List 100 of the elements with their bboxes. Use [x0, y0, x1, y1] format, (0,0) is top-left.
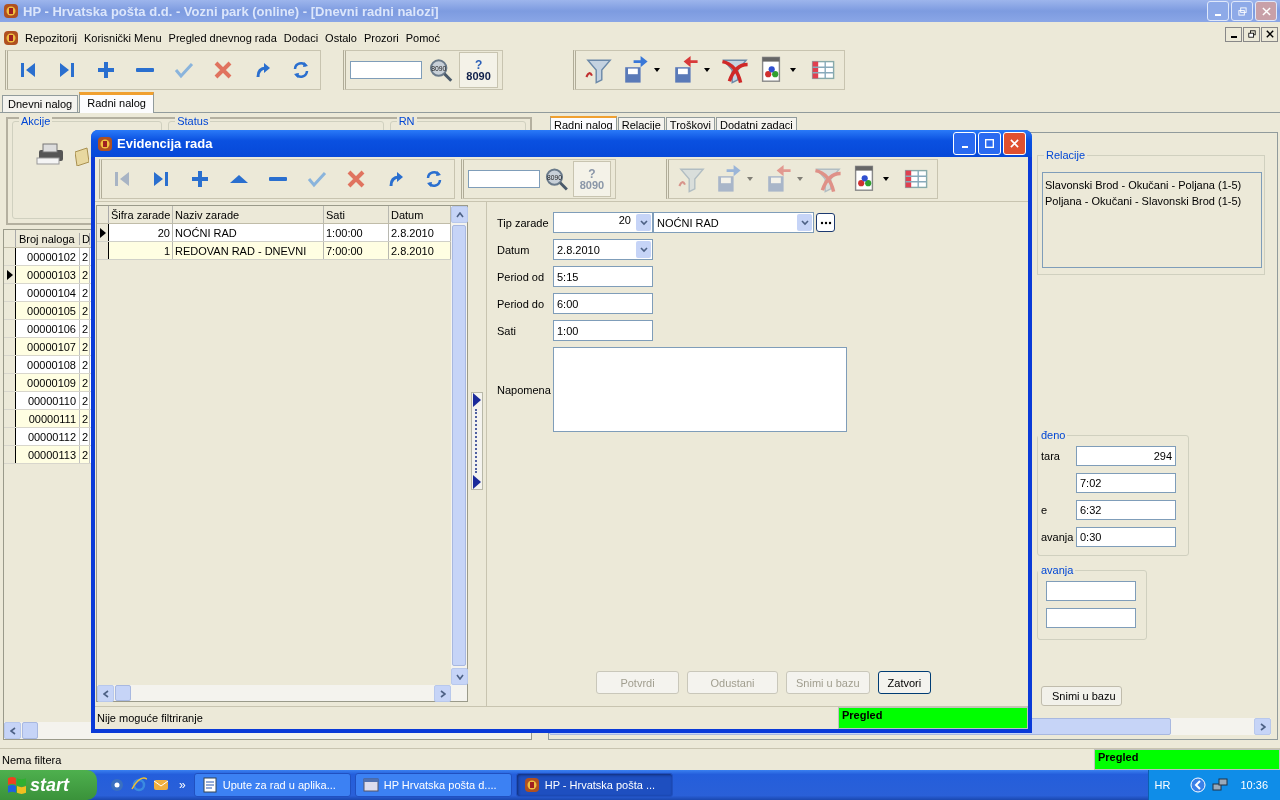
save-button[interactable]: Snimi u bazu: [1041, 686, 1122, 706]
row-indicator[interactable]: [4, 446, 16, 463]
scroll-thumb[interactable]: [22, 722, 38, 739]
envelope-icon[interactable]: [75, 146, 89, 166]
taskbar-button[interactable]: HP - Hrvatska pošta ...: [515, 773, 673, 797]
date-picker[interactable]: 2.8.2010: [553, 239, 653, 260]
table-cell: 00000111: [16, 410, 80, 427]
minus-icon: [268, 176, 288, 182]
row-indicator[interactable]: [4, 356, 16, 373]
scroll-thumb[interactable]: [115, 685, 131, 701]
scroll-left-button[interactable]: [4, 722, 21, 739]
scroll-right-button[interactable]: [1254, 718, 1271, 735]
row-indicator[interactable]: [4, 374, 16, 391]
status-text: Nije moguće filtriranje: [96, 712, 204, 724]
input-field[interactable]: 6:00: [553, 293, 653, 314]
table-cell: 2: [80, 428, 90, 445]
menu-item[interactable]: Repozitorij: [25, 32, 83, 44]
dialog-button[interactable]: Zatvori: [877, 671, 932, 694]
minus-icon: [134, 67, 155, 73]
row-indicator[interactable]: [4, 410, 16, 427]
input-field[interactable]: 5:15: [553, 266, 653, 287]
restore-button[interactable]: [1243, 26, 1260, 42]
group-label: Akcije: [19, 115, 53, 127]
column-header[interactable]: Naziv zarade: [173, 206, 324, 223]
envelope-icon[interactable]: [153, 777, 169, 793]
row-indicator[interactable]: [4, 428, 16, 445]
ellipsis-button[interactable]: [816, 213, 835, 232]
scroll-up-button[interactable]: [451, 206, 468, 223]
menu-item[interactable]: Dodaci: [283, 32, 325, 44]
dropdown-caret-icon[interactable]: [790, 68, 796, 72]
table-cell: 2: [80, 392, 90, 409]
maximize-button[interactable]: [978, 132, 1001, 155]
dropdown-caret-icon[interactable]: [883, 177, 889, 181]
row-indicator[interactable]: [97, 242, 109, 259]
input-field[interactable]: [1046, 581, 1136, 601]
code-button[interactable]: ? 8090: [459, 52, 498, 88]
table-cell: 2: [80, 320, 90, 337]
input-field[interactable]: 7:02: [1076, 473, 1176, 493]
field-label: Sati: [497, 324, 517, 337]
row-indicator[interactable]: [4, 392, 16, 409]
printer-icon[interactable]: [35, 142, 65, 166]
table-cell: 20: [109, 224, 173, 241]
checkmark-icon: [173, 60, 194, 80]
table-cell: 00000102: [16, 248, 80, 265]
tab[interactable]: Radni nalog: [79, 92, 154, 113]
row-indicator[interactable]: [4, 338, 16, 355]
scroll-left-button[interactable]: [97, 685, 114, 702]
input-field[interactable]: 0:30: [1076, 527, 1176, 547]
table-cell: 2: [80, 284, 90, 301]
menu-item[interactable]: Pregled dnevnog rada: [168, 32, 283, 44]
tab[interactable]: Dnevni nalog: [2, 95, 79, 112]
group-label: Status: [175, 115, 211, 127]
close-icon: [1010, 139, 1019, 148]
app-window-icon: [362, 777, 379, 793]
scrollbar[interactable]: [97, 685, 451, 701]
list-item[interactable]: Poljana - Okučani - Slavonski Brod (1-5): [1045, 193, 1259, 209]
list-item[interactable]: Slavonski Brod - Okučani - Poljana (1-5): [1045, 177, 1259, 193]
maximize-icon: [985, 139, 994, 148]
close-button[interactable]: [1261, 26, 1278, 42]
note-field[interactable]: [553, 347, 847, 432]
column-header[interactable]: Šifra zarade: [109, 206, 173, 223]
browser-icon[interactable]: [131, 777, 147, 793]
ellipsis-icon: [819, 220, 832, 225]
row-indicator[interactable]: [4, 302, 16, 319]
dropdown[interactable]: 20: [553, 212, 653, 233]
search-field[interactable]: [350, 61, 422, 79]
more-button[interactable]: »: [179, 778, 186, 792]
row-indicator[interactable]: [4, 320, 16, 337]
table-cell: 00000110: [16, 392, 80, 409]
row-indicator[interactable]: [4, 248, 16, 265]
column-header[interactable]: Sati: [324, 206, 389, 223]
scroll-right-button[interactable]: [434, 685, 451, 702]
taskbar-button[interactable]: Upute za rad u aplika...: [193, 773, 351, 797]
column-header[interactable]: D: [80, 232, 90, 245]
menu-item[interactable]: Korisnički Menu: [83, 32, 168, 44]
splitter-handle[interactable]: [471, 392, 483, 490]
input-field[interactable]: [1046, 608, 1136, 628]
scrollbar[interactable]: [451, 206, 467, 701]
dropdown-caret-icon[interactable]: [654, 68, 660, 72]
input-field[interactable]: 6:32: [1076, 500, 1176, 520]
table-cell: 7:00:00: [324, 242, 389, 259]
taskbar-button[interactable]: HP Hrvatska pošta d....: [354, 773, 512, 797]
language-indicator[interactable]: HR: [1154, 779, 1171, 791]
network-icon[interactable]: [1212, 777, 1229, 793]
input-field[interactable]: 294: [1076, 446, 1176, 466]
column-header[interactable]: Broj naloga: [16, 232, 80, 245]
search-field[interactable]: [468, 170, 540, 188]
menu-item[interactable]: Pomoć: [405, 32, 446, 44]
chevron-icon[interactable]: [1190, 777, 1207, 793]
clock: 10:36: [1240, 779, 1268, 791]
row-indicator[interactable]: [4, 284, 16, 301]
add-icon: [189, 169, 210, 189]
input-field[interactable]: 1:00: [553, 320, 653, 341]
menu-item[interactable]: Prozori: [363, 32, 405, 44]
scroll-down-button[interactable]: [451, 668, 468, 685]
dropdown[interactable]: NOĆNI RAD: [653, 212, 814, 233]
dropdown-caret-icon[interactable]: [704, 68, 710, 72]
minimize-button[interactable]: [1225, 26, 1242, 42]
scroll-thumb[interactable]: [452, 225, 466, 666]
menu-item[interactable]: Ostalo: [325, 32, 363, 44]
